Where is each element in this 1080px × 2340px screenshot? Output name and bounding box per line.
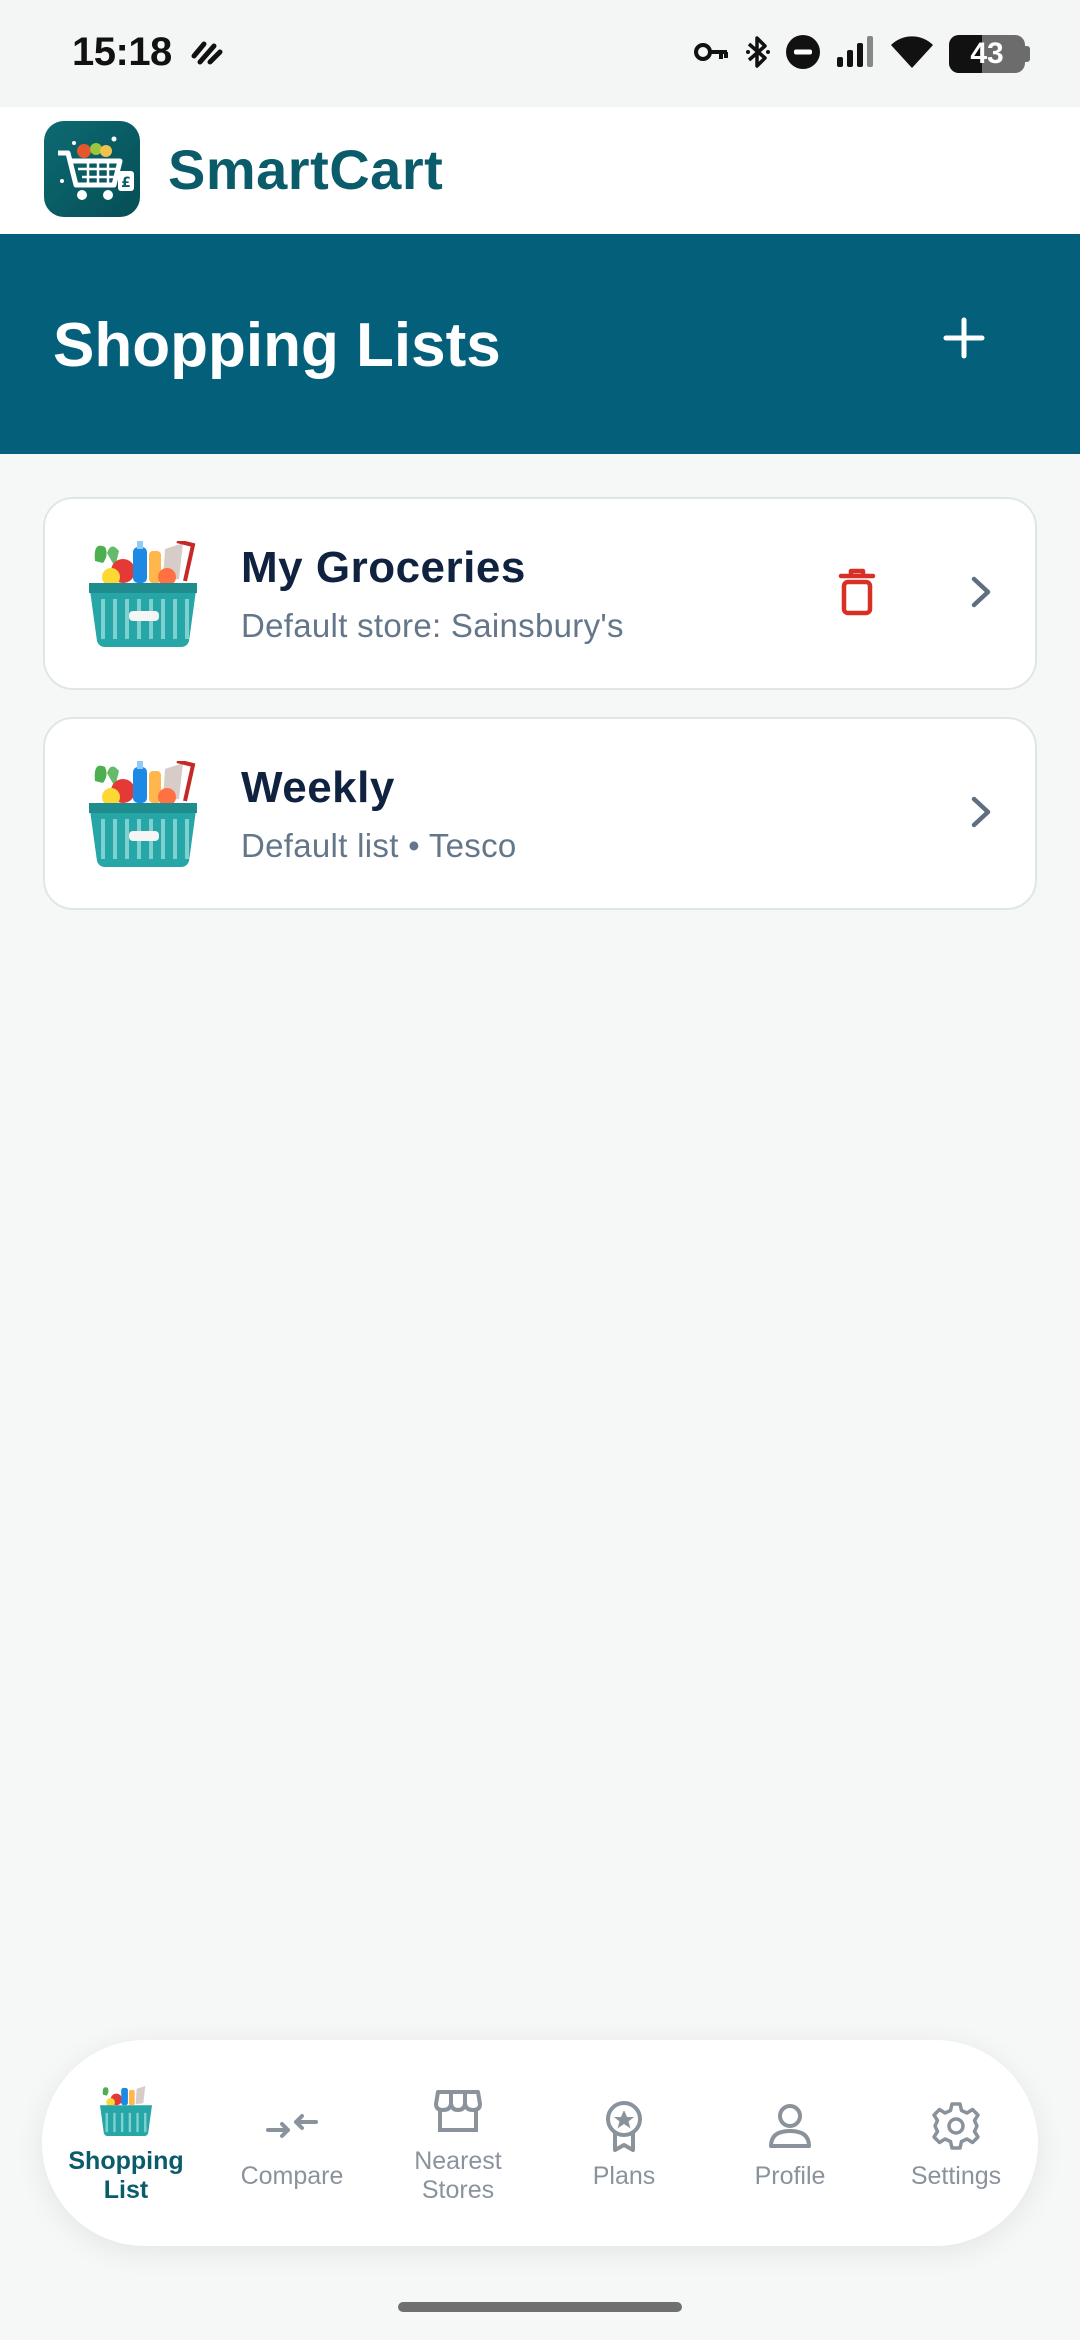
nav-shopping-list[interactable]: Shopping List: [43, 2040, 209, 2246]
nav-nearest-stores[interactable]: Nearest Stores: [375, 2040, 541, 2246]
nav-label: Settings: [910, 2161, 1002, 2190]
vibrate-icon: [190, 38, 224, 73]
add-list-button[interactable]: [924, 300, 1004, 380]
app-header: £ SmartCart: [0, 107, 1080, 234]
cell-signal-icon: [835, 35, 875, 74]
nav-compare[interactable]: Compare: [209, 2040, 375, 2246]
award-badge-icon: [594, 2096, 654, 2156]
battery-icon: 43: [949, 35, 1030, 73]
gear-icon: [926, 2096, 986, 2156]
chevron-right-icon: [970, 575, 992, 614]
svg-text:£: £: [121, 175, 131, 191]
home-indicator[interactable]: [398, 2302, 682, 2312]
nav-label: Profile: [754, 2161, 826, 2190]
nav-label: Compare: [240, 2161, 344, 2190]
title-banner: Shopping Lists: [0, 234, 1080, 454]
open-list-button[interactable]: [951, 561, 1011, 627]
bluetooth-icon: [745, 34, 771, 75]
bottom-nav: Shopping List Compare Nearest Stores Pla…: [42, 2040, 1038, 2246]
grocery-basket-icon: [83, 759, 203, 869]
grocery-basket-icon: [96, 2081, 156, 2141]
status-bar: 15:18 43: [0, 0, 1080, 107]
app-name: SmartCart: [168, 138, 444, 201]
nav-label: Plans: [592, 2161, 656, 2190]
nav-profile[interactable]: Profile: [707, 2040, 873, 2246]
open-list-button[interactable]: [951, 781, 1011, 847]
list-title: My Groceries: [241, 543, 526, 592]
list-title: Weekly: [241, 763, 395, 812]
page-title: Shopping Lists: [53, 311, 501, 380]
status-time: 15:18: [72, 30, 172, 74]
list-card-my-groceries[interactable]: My Groceries Default store: Sainsbury's: [43, 497, 1037, 690]
chevron-right-icon: [970, 795, 992, 834]
nav-label: Nearest Stores: [378, 2147, 538, 2205]
list-card-weekly[interactable]: Weekly Default list • Tesco: [43, 717, 1037, 910]
nav-label-line: Shopping: [68, 2147, 184, 2175]
nav-label-line: List: [103, 2176, 149, 2204]
battery-level: 43: [970, 37, 1004, 70]
nav-label-line: Stores: [421, 2176, 495, 2204]
compare-arrows-icon: [262, 2096, 322, 2156]
grocery-basket-icon: [83, 539, 203, 649]
nav-plans[interactable]: Plans: [541, 2040, 707, 2246]
nav-settings[interactable]: Settings: [873, 2040, 1039, 2246]
vpn-key-icon: [693, 40, 731, 69]
plus-icon: [942, 316, 986, 365]
person-icon: [760, 2096, 820, 2156]
do-not-disturb-icon: [785, 34, 821, 75]
trash-icon: [837, 568, 877, 621]
delete-list-button[interactable]: [825, 561, 889, 627]
wifi-icon: [889, 34, 935, 75]
list-subtitle: Default list • Tesco: [241, 827, 517, 864]
nav-label: Shopping List: [46, 2147, 206, 2205]
cart-logo-icon: £: [44, 121, 140, 217]
storefront-icon: [428, 2081, 488, 2141]
list-subtitle: Default store: Sainsbury's: [241, 607, 624, 644]
nav-label-line: Nearest: [414, 2147, 502, 2175]
